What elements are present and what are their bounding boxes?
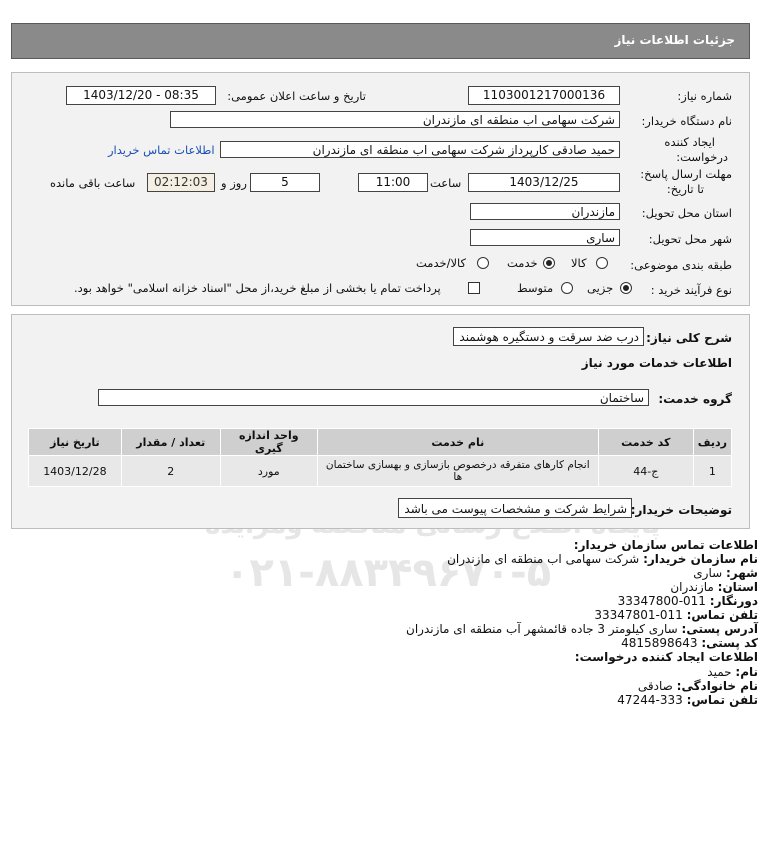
description-field: درب ضد سرقت و دستگیره هوشمند xyxy=(453,327,644,346)
col-code: کد خدمت xyxy=(597,428,694,456)
category-goods-radio[interactable] xyxy=(596,257,608,269)
days-field: 5 xyxy=(250,173,320,192)
process-medium-label: متوسط xyxy=(517,281,554,295)
services-table: ردیف کد خدمت نام خدمت واحد اندازه گیری ت… xyxy=(28,428,733,487)
col-unit: واحد اندازه گیری xyxy=(219,428,318,456)
buyer-notes-field: شرایط شرکت و مشخصات پیوست می باشد xyxy=(398,498,632,518)
treasury-note: پرداخت تمام یا بخشی از مبلغ خرید،از محل … xyxy=(74,281,441,295)
requester-label-2: درخواست: xyxy=(676,150,728,164)
deadline-label-2: تا تاریخ: xyxy=(666,182,704,196)
contact-phone: تلفن تماس: 011-33347801 xyxy=(594,608,758,622)
creator-phone-label: تلفن تماس: xyxy=(686,693,758,707)
contact-province: استان: مازندران xyxy=(670,580,758,594)
process-minor-label: جزیی xyxy=(587,281,614,295)
contact-address: آدرس پستی: ساری کیلومتر 3 جاده قائمشهر آ… xyxy=(406,622,758,636)
cell-code: ج-44 xyxy=(597,455,694,487)
service-group-label: گروه خدمت: xyxy=(658,392,732,406)
last-name-label: نام خانوادگی: xyxy=(676,679,758,693)
requester-field: حمید صادقی کارپرداز شرکت سهامی اب منطقه … xyxy=(220,141,620,158)
days-label: روز و xyxy=(221,176,247,190)
cell-qty: 2 xyxy=(120,455,221,487)
category-goods-label: کالا xyxy=(571,256,587,270)
need-number-field: 1103001217000136 xyxy=(468,86,620,105)
remaining-label: ساعت باقی مانده xyxy=(50,176,136,190)
category-goods-service-radio[interactable] xyxy=(477,257,489,269)
contact-city-label: شهر: xyxy=(726,566,758,580)
need-number-label: شماره نیاز: xyxy=(677,89,732,103)
buyer-notes-label: توضیحات خریدار: xyxy=(630,503,732,517)
page-title: جزئیات اطلاعات نیاز xyxy=(614,33,735,47)
process-minor-radio[interactable] xyxy=(620,282,632,294)
category-service-label: خدمت xyxy=(507,256,538,270)
first-name-label: نام: xyxy=(735,665,758,679)
province-field: مازندران xyxy=(470,203,620,220)
deadline-date-field: 1403/12/25 xyxy=(468,173,620,192)
first-name-value: حمید xyxy=(707,665,732,679)
category-service-radio[interactable] xyxy=(543,257,555,269)
contact-province-value: مازندران xyxy=(670,580,714,594)
city-field: ساری xyxy=(470,229,620,246)
creator-phone: تلفن تماس: 333-47244 xyxy=(617,693,758,707)
services-title: اطلاعات خدمات مورد نیاز xyxy=(581,356,732,370)
creator-first-name: نام: حمید xyxy=(707,665,758,679)
description-label: شرح کلی نیاز: xyxy=(646,331,732,345)
creator-last-name: نام خانوادگی: صادقی xyxy=(638,679,758,693)
creator-title: اطلاعات ایجاد کننده درخواست: xyxy=(574,650,758,664)
buyer-org-field: شرکت سهامی اب منطقه ای مازندران xyxy=(170,111,620,128)
service-group-field: ساختمان xyxy=(98,389,649,406)
cell-unit: مورد xyxy=(219,455,318,487)
requester-label-1: ایجاد کننده xyxy=(664,135,715,149)
fax-value: 011-33347800 xyxy=(617,594,706,608)
deadline-time-field: 11:00 xyxy=(358,173,428,192)
contact-postal: کد پستی: 4815898643 xyxy=(621,636,758,650)
deadline-time-label: ساعت xyxy=(430,176,462,190)
province-label: استان محل تحویل: xyxy=(641,206,732,220)
remaining-timer: 02:12:03 xyxy=(147,173,215,192)
process-medium-radio[interactable] xyxy=(561,282,573,294)
table-row: 1 ج-44 انجام کارهای متفرقه درخصوص بازساز… xyxy=(28,455,733,487)
buyer-contact-link[interactable]: اطلاعات تماس خریدار xyxy=(108,143,215,157)
contact-org-title: اطلاعات تماس سازمان خریدار: xyxy=(573,538,758,552)
table-header-row: ردیف کد خدمت نام خدمت واحد اندازه گیری ت… xyxy=(28,428,733,456)
postal-label: کد پستی: xyxy=(701,636,758,650)
fax-label: دورنگار: xyxy=(709,594,758,608)
org-name-value: شرکت سهامی اب منطقه ای مازندران xyxy=(447,552,640,566)
category-label: طبقه بندی موضوعی: xyxy=(630,258,732,272)
city-label: شهر محل تحویل: xyxy=(648,232,732,246)
announce-datetime-label: تاریخ و ساعت اعلان عمومی: xyxy=(227,89,366,103)
col-row: ردیف xyxy=(692,428,733,456)
contact-fax: دورنگار: 011-33347800 xyxy=(618,594,758,608)
category-goods-service-label: کالا/خدمت xyxy=(416,256,467,270)
creator-phone-value: 333-47244 xyxy=(617,693,683,707)
col-qty: تعداد / مقدار xyxy=(120,428,221,456)
org-name-label: نام سازمان خریدار: xyxy=(643,552,758,566)
announce-datetime-field: 1403/12/20 - 08:35 xyxy=(66,86,216,105)
address-value: ساری کیلومتر 3 جاده قائمشهر آب منطقه ای … xyxy=(406,622,678,636)
address-label: آدرس پستی: xyxy=(681,622,758,636)
cell-name: انجام کارهای متفرقه درخصوص بازسازی و بهس… xyxy=(316,455,599,487)
summary-panel xyxy=(11,314,750,529)
contact-org-name: نام سازمان خریدار: شرکت سهامی اب منطقه ا… xyxy=(447,552,758,566)
contact-city-value: ساری xyxy=(693,566,723,580)
col-date: تاریخ نیاز xyxy=(28,428,122,456)
treasury-checkbox[interactable] xyxy=(468,282,480,294)
process-label: نوع فرآیند خرید : xyxy=(650,283,732,297)
cell-date: 1403/12/28 xyxy=(28,455,122,487)
last-name-value: صادقی xyxy=(637,679,673,693)
page-header: جزئیات اطلاعات نیاز xyxy=(11,23,750,59)
cell-row: 1 xyxy=(692,455,733,487)
contact-city: شهر: ساری xyxy=(693,566,758,580)
phone-value: 011-33347801 xyxy=(594,608,683,622)
phone-label: تلفن تماس: xyxy=(686,608,758,622)
contact-province-label: استان: xyxy=(717,580,758,594)
deadline-label-1: مهلت ارسال پاسخ: xyxy=(640,167,732,181)
postal-value: 4815898643 xyxy=(621,636,698,650)
buyer-org-label: نام دستگاه خریدار: xyxy=(641,114,732,128)
col-name: نام خدمت xyxy=(316,428,599,456)
